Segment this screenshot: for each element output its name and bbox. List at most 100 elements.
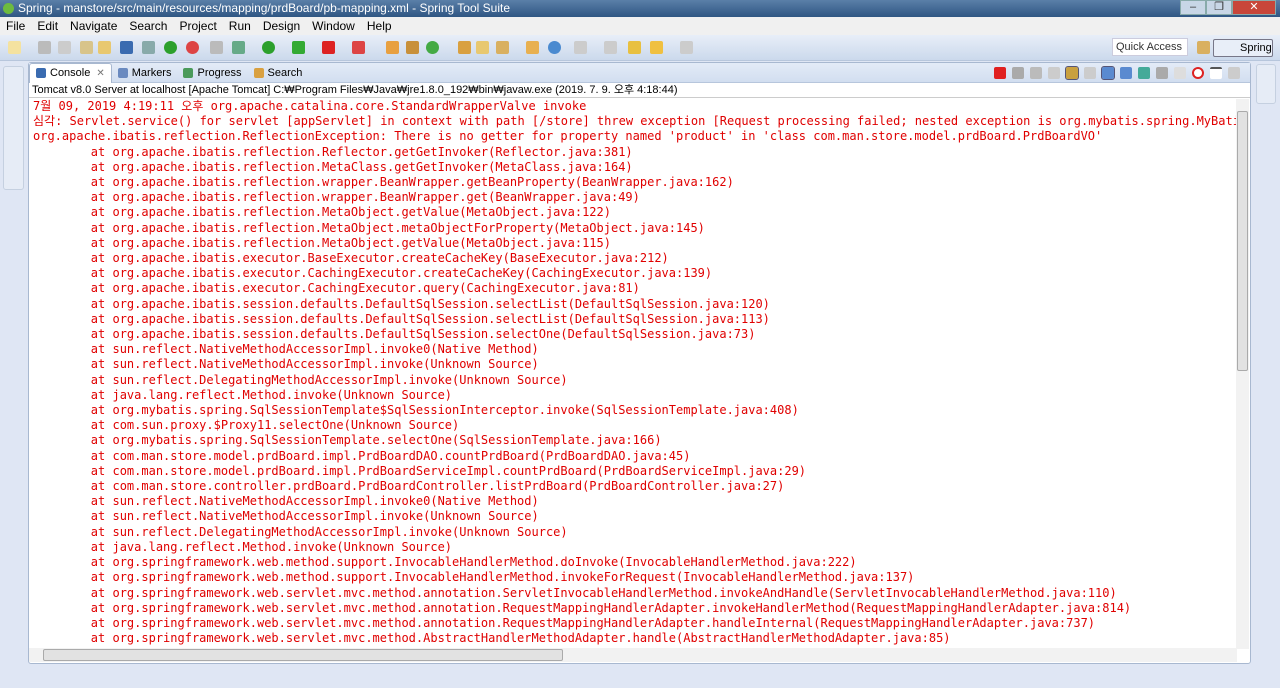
tab-label: Markers [131, 66, 172, 79]
prev-annotation-icon[interactable] [604, 41, 617, 54]
remove-launch-icon[interactable] [1012, 67, 1024, 79]
tab-markers[interactable]: Markers [112, 63, 178, 83]
next-annotation-icon[interactable] [574, 41, 587, 54]
console-line: at org.apache.ibatis.executor.CachingExe… [33, 281, 640, 296]
new-class-icon[interactable] [426, 41, 439, 54]
horizontal-scrollbar[interactable] [29, 648, 1237, 662]
clear-console-icon[interactable] [1048, 67, 1060, 79]
spring-logo-icon [3, 3, 14, 14]
console-line: at sun.reflect.NativeMethodAccessorImpl.… [33, 357, 539, 372]
terminate-icon[interactable] [994, 67, 1006, 79]
console-line: at sun.reflect.DelegatingMethodAccessorI… [33, 524, 568, 539]
menu-file[interactable]: File [0, 17, 31, 35]
new-spring-icon[interactable] [386, 41, 399, 54]
open-perspective-icon[interactable] [1197, 41, 1210, 54]
run-external-icon[interactable] [292, 41, 305, 54]
markers-icon [117, 67, 128, 78]
console-line: at org.springframework.web.method.suppor… [33, 555, 857, 570]
ansi-console-icon[interactable] [1192, 67, 1204, 79]
forward-icon[interactable] [680, 41, 693, 54]
maximize-button[interactable]: ❐ [1206, 0, 1232, 15]
console-line: at com.man.store.controller.prdBoard.Prd… [33, 479, 785, 494]
spring-perspective-button[interactable]: Spring [1213, 39, 1273, 57]
run-icon[interactable] [262, 41, 275, 54]
scroll-lock-icon[interactable] [1065, 66, 1079, 80]
tab-search[interactable]: Search [248, 63, 309, 83]
globe-icon[interactable] [548, 41, 561, 54]
maximize-view-icon[interactable] [1228, 67, 1240, 79]
console-line: at sun.reflect.NativeMethodAccessorImpl.… [33, 342, 539, 357]
open-type-icon[interactable] [80, 41, 93, 54]
search-folder-icon[interactable] [526, 41, 539, 54]
quick-access-input[interactable]: Quick Access [1112, 38, 1188, 56]
save-all-icon[interactable] [58, 41, 71, 54]
remove-all-icon[interactable] [1030, 67, 1042, 79]
menu-navigate[interactable]: Navigate [64, 17, 123, 35]
console-line: org.apache.ibatis.reflection.ReflectionE… [33, 129, 1103, 144]
tab-progress[interactable]: Progress [177, 63, 247, 83]
show-on-stderr-icon[interactable] [1120, 67, 1132, 79]
menu-edit[interactable]: Edit [31, 17, 64, 35]
open-task-icon[interactable] [458, 41, 471, 54]
console-line: at com.man.store.model.prdBoard.impl.Prd… [33, 448, 691, 463]
search-icon [253, 67, 264, 78]
horizontal-scroll-thumb[interactable] [43, 649, 563, 661]
process-label: Tomcat v8.0 Server at localhost [Apache … [29, 83, 1250, 98]
console-icon [36, 68, 46, 78]
start-server-icon[interactable] [164, 41, 177, 54]
console-line: at sun.reflect.NativeMethodAccessorImpl.… [33, 494, 539, 509]
new-icon[interactable] [8, 41, 21, 54]
close-tab-icon[interactable]: ✕ [96, 68, 104, 79]
package-icon[interactable] [406, 41, 419, 54]
open-console-icon[interactable] [1174, 67, 1186, 79]
display-console-icon[interactable] [1156, 67, 1168, 79]
pen-icon[interactable] [496, 41, 509, 54]
menu-help[interactable]: Help [361, 17, 398, 35]
save-icon[interactable] [38, 41, 51, 54]
console-line: at org.springframework.web.servlet.mvc.m… [33, 615, 1096, 630]
console-line: at org.springframework.web.servlet.mvc.m… [33, 600, 1132, 615]
pin-console-icon[interactable] [1138, 67, 1150, 79]
menu-run[interactable]: Run [223, 17, 257, 35]
console-line: at org.apache.ibatis.reflection.MetaObje… [33, 220, 705, 235]
menu-window[interactable]: Window [306, 17, 361, 35]
menu-project[interactable]: Project [173, 17, 222, 35]
menu-design[interactable]: Design [257, 17, 306, 35]
run-last-icon[interactable] [352, 41, 365, 54]
back-icon[interactable] [650, 41, 663, 54]
vertical-scrollbar[interactable] [1236, 99, 1249, 649]
menu-search[interactable]: Search [123, 17, 173, 35]
stop-icon[interactable] [322, 41, 335, 54]
console-line: 심각: Servlet.service() for servlet [appSe… [33, 114, 1236, 129]
open-folder-icon[interactable] [476, 41, 489, 54]
boot-dashboard-icon[interactable] [186, 41, 199, 54]
console-line: at org.mybatis.spring.SqlSessionTemplate… [33, 433, 662, 448]
show-on-stdout-icon[interactable] [1101, 66, 1115, 80]
console-line: at java.lang.reflect.Method.invoke(Unkno… [33, 387, 453, 402]
minimize-button[interactable]: – [1180, 0, 1206, 15]
console-line: at org.apache.ibatis.reflection.MetaClas… [33, 159, 633, 174]
close-button[interactable]: ✕ [1232, 0, 1276, 15]
console-line: at org.apache.ibatis.session.defaults.De… [33, 327, 756, 342]
vertical-scroll-thumb[interactable] [1237, 111, 1248, 371]
open-resource-icon[interactable] [98, 41, 111, 54]
console-line: at org.springframework.web.servlet.mvc.m… [33, 585, 1117, 600]
tab-label: Console [50, 67, 91, 79]
console-line: at java.lang.reflect.Method.invoke(Unkno… [33, 539, 453, 554]
title-bar: Spring - manstore/src/main/resources/map… [0, 0, 1280, 17]
last-edit-icon[interactable] [628, 41, 641, 54]
main-toolbar: Quick Access Spring [0, 35, 1280, 61]
console-output[interactable]: 7월 09, 2019 4:19:11 오후 org.apache.catali… [33, 99, 1236, 647]
tab-console[interactable]: Console ✕ [29, 62, 112, 83]
console-view-icon[interactable] [120, 41, 133, 54]
console-line: at org.springframework.web.servlet.mvc.m… [33, 631, 951, 646]
minimize-view-icon[interactable] [1210, 67, 1222, 79]
console-line: at org.apache.ibatis.reflection.wrapper.… [33, 175, 734, 190]
left-trim-stack [3, 66, 24, 190]
disabled-icon [210, 41, 223, 54]
skip-breakpoints-icon[interactable] [142, 41, 155, 54]
right-trim-stack [1256, 64, 1276, 104]
word-wrap-icon[interactable] [1084, 67, 1096, 79]
console-line: at org.apache.ibatis.reflection.MetaObje… [33, 205, 611, 220]
debug-icon[interactable] [232, 41, 245, 54]
